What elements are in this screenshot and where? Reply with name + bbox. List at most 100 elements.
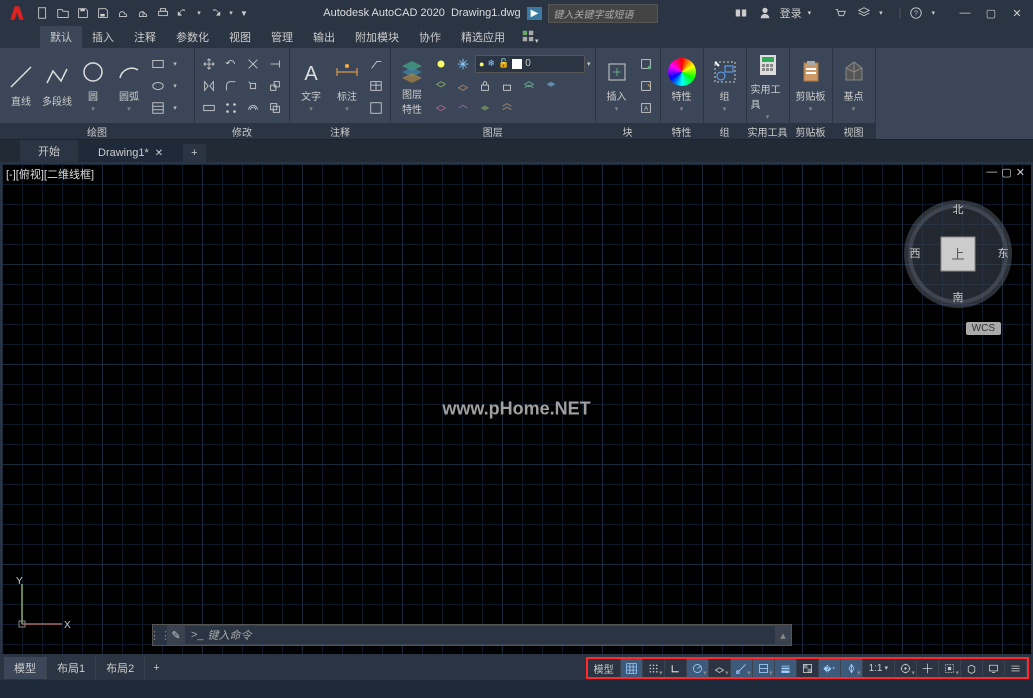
search-tag-icon[interactable]: ▶	[527, 7, 543, 20]
text-button[interactable]: A文字▾	[294, 58, 328, 113]
polar-toggle-icon[interactable]	[687, 659, 709, 677]
table-icon[interactable]	[366, 76, 386, 96]
tab-output[interactable]: 输出	[303, 26, 345, 48]
command-history-icon[interactable]: ▴	[775, 629, 791, 642]
layer-walk-icon[interactable]	[453, 98, 473, 118]
arc-button[interactable]: 圆弧▾	[112, 58, 146, 113]
osnap-toggle-icon[interactable]	[753, 659, 775, 677]
dropdown-icon[interactable]: ▾	[170, 54, 180, 74]
tab-default[interactable]: 默认	[40, 26, 82, 48]
layer-lock-icon[interactable]	[475, 76, 495, 96]
status-model-label[interactable]: 模型	[588, 659, 621, 677]
block-attr-icon[interactable]: A	[636, 98, 656, 118]
lineweight-toggle-icon[interactable]	[775, 659, 797, 677]
new-file-tab[interactable]: +	[183, 144, 205, 162]
extend-icon[interactable]	[265, 54, 285, 74]
viewcube[interactable]: 北 南 东 西 上	[903, 199, 1013, 309]
panel-title-layers[interactable]: 图层	[391, 123, 595, 139]
layout-tab-layout1[interactable]: 布局1	[47, 657, 96, 679]
customize-status-icon[interactable]	[1005, 659, 1027, 677]
layer-properties-button[interactable]: 图层 特性	[395, 56, 429, 116]
ortho-toggle-icon[interactable]	[665, 659, 687, 677]
tab-parametric[interactable]: 参数化	[166, 26, 219, 48]
layer-off-icon[interactable]	[431, 54, 451, 74]
panel-title-draw[interactable]: 绘图	[0, 123, 194, 139]
saveas-icon[interactable]	[94, 4, 112, 22]
stretch-icon[interactable]	[199, 98, 219, 118]
undo-icon[interactable]	[174, 4, 192, 22]
polyline-button[interactable]: 多段线	[40, 63, 74, 108]
command-input[interactable]: >_ 键入命令	[185, 626, 775, 644]
dropdown-icon[interactable]: ▾	[170, 98, 180, 118]
layer-freeze-icon[interactable]	[453, 54, 473, 74]
annotation-monitor-icon[interactable]	[917, 659, 939, 677]
tab-annotate[interactable]: 注释	[124, 26, 166, 48]
tab-collaborate[interactable]: 协作	[409, 26, 451, 48]
dropdown-icon[interactable]: ▾	[194, 4, 204, 22]
new-icon[interactable]	[34, 4, 52, 22]
fillet-icon[interactable]	[221, 76, 241, 96]
array-icon[interactable]	[221, 98, 241, 118]
block-edit-icon[interactable]	[636, 76, 656, 96]
offset-icon[interactable]	[243, 98, 263, 118]
move-icon[interactable]	[199, 54, 219, 74]
panel-title-modify[interactable]: 修改	[195, 123, 289, 139]
wcs-label[interactable]: WCS	[966, 322, 1001, 335]
minimize-button[interactable]: —	[953, 4, 977, 22]
rectangle-icon[interactable]	[148, 54, 168, 74]
tab-featured[interactable]: 精选应用	[451, 26, 515, 48]
clean-screen-icon[interactable]	[983, 659, 1005, 677]
panel-title-view[interactable]: 视图	[833, 123, 875, 139]
viewport-label[interactable]: [-][俯视][二维线框]	[6, 166, 94, 182]
file-tab-drawing[interactable]: Drawing1*✕	[80, 144, 181, 162]
properties-button[interactable]: 特性▾	[665, 58, 699, 113]
plot-icon[interactable]	[154, 4, 172, 22]
open-icon[interactable]	[54, 4, 72, 22]
login-link[interactable]: 登录	[780, 5, 802, 21]
panel-title-properties[interactable]: 特性	[661, 123, 703, 139]
annotation-scale-icon[interactable]	[841, 659, 863, 677]
hatch-icon[interactable]	[148, 98, 168, 118]
mirror-icon[interactable]	[199, 76, 219, 96]
panel-title-block[interactable]: 块	[596, 123, 660, 139]
insert-block-button[interactable]: 插入▾	[600, 58, 634, 113]
group-button[interactable]: 组▾	[708, 58, 742, 113]
command-customize-icon[interactable]: ✎	[167, 629, 185, 642]
cart-icon[interactable]	[831, 4, 849, 22]
redo-icon[interactable]	[206, 4, 224, 22]
help-search-input[interactable]: 键入关键字或短语	[548, 4, 658, 23]
layout-tab-model[interactable]: 模型	[4, 657, 47, 679]
dropdown-icon[interactable]: ▾	[170, 76, 180, 96]
app-store-icon[interactable]	[855, 4, 873, 22]
copy-icon[interactable]	[265, 98, 285, 118]
panel-title-group[interactable]: 组	[704, 123, 746, 139]
base-view-button[interactable]: 基点▾	[837, 58, 871, 113]
cloud-save-icon[interactable]	[134, 4, 152, 22]
layer-state-icon[interactable]	[431, 98, 451, 118]
layer-uniso-icon[interactable]	[453, 76, 473, 96]
block-create-icon[interactable]	[636, 54, 656, 74]
dropdown-icon[interactable]: ▾	[226, 4, 236, 22]
qat-customize-icon[interactable]: ▼	[238, 4, 250, 22]
annotation-more-icon[interactable]	[366, 98, 386, 118]
panel-title-clipboard[interactable]: 剪贴板	[790, 123, 832, 139]
panel-title-annotation[interactable]: 注释	[290, 123, 390, 139]
layout-tab-layout2[interactable]: 布局2	[96, 657, 145, 679]
layer-selector[interactable]: ● ❄ 🔓 0	[475, 55, 585, 73]
help-icon[interactable]: ?	[907, 4, 925, 22]
clipboard-button[interactable]: 剪贴板▾	[794, 58, 828, 113]
viewport-maximize-icon[interactable]: ▢	[1001, 166, 1011, 179]
maximize-button[interactable]: ▢	[979, 4, 1003, 22]
app-menu-button[interactable]	[4, 1, 30, 25]
viewport-minimize-icon[interactable]: —	[986, 166, 997, 179]
workspace-icon[interactable]	[895, 659, 917, 677]
dimension-button[interactable]: 标注▾	[330, 58, 364, 113]
rotate-icon[interactable]	[221, 54, 241, 74]
hardware-accel-icon[interactable]	[961, 659, 983, 677]
close-icon[interactable]: ✕	[155, 148, 163, 159]
layer-change-icon[interactable]	[475, 98, 495, 118]
scale-icon[interactable]	[265, 76, 285, 96]
viewport-close-icon[interactable]: ✕	[1016, 166, 1025, 179]
layer-match-icon[interactable]	[519, 76, 539, 96]
layer-prev-icon[interactable]	[541, 76, 561, 96]
